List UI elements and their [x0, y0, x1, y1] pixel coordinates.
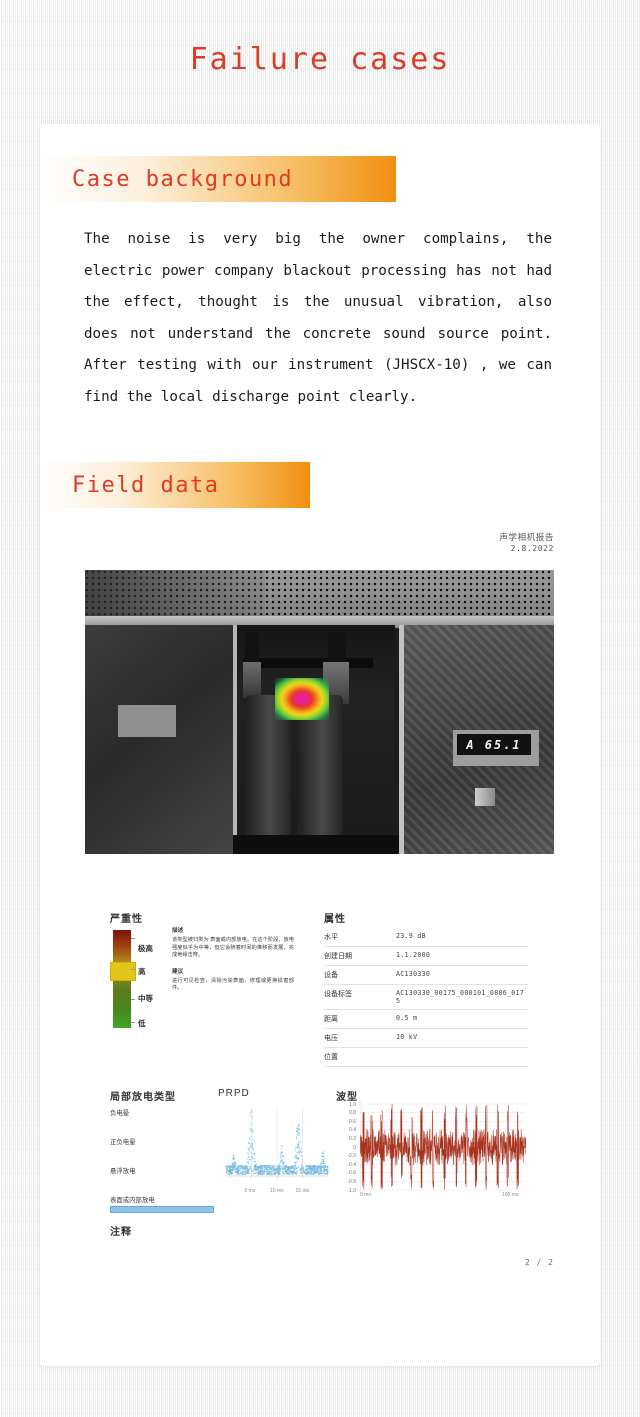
severity-label-very-high: 极高	[138, 944, 153, 953]
waveform-x-tick: 0 ms	[360, 1192, 371, 1198]
attributes-value: AC130330	[396, 965, 528, 985]
breaker-switch	[475, 788, 495, 806]
severity-advice-heading: 建议	[172, 968, 184, 975]
section-header-case-background: Case background	[38, 156, 396, 202]
severity-current-marker	[110, 962, 136, 981]
attributes-value: 0.5 m	[396, 1009, 528, 1029]
report-header-date: 2.8.2022	[510, 544, 554, 553]
pd-type-section-title: 局部放电类型	[110, 1092, 176, 1103]
attributes-row: 水平 23.9 dB	[324, 928, 528, 947]
attributes-key: 位置	[324, 1047, 396, 1067]
mesh-shadow	[85, 570, 265, 622]
waveform-y-tick: 0.2	[349, 1135, 356, 1142]
severity-description-block: 描述 该类型被归类为 表面或内部放电。在这个阶段，放电强度似乎为中等，但它会随着…	[172, 926, 294, 1000]
page-number: 2 / 2	[524, 1258, 554, 1267]
waveform-x-tick: 100 ms	[502, 1192, 519, 1198]
pd-type-list: 负电晕正负电晕悬浮放电表面或内部放电	[110, 1108, 214, 1224]
pd-type-item-bar	[110, 1206, 214, 1213]
busbar	[243, 658, 373, 668]
attributes-value	[396, 1047, 528, 1067]
prpd-x-tick: 15 ms	[295, 1188, 310, 1194]
waveform-chart: 1.0 0.8 0.6 0.4 0.2 0 -0.2 -0.4 -0.6 -0.8 -1.0	[336, 1101, 526, 1194]
case-background-paragraph: The noise is very big the owner complain…	[84, 231, 552, 405]
pd-type-item-label: 正负电晕	[110, 1139, 136, 1146]
severity-description-heading: 描述	[172, 928, 184, 934]
attributes-row: 创建日期 1.1.2000	[324, 946, 528, 966]
door-label-plate	[118, 705, 176, 737]
pd-type-item: 正负电晕	[110, 1137, 214, 1155]
section-header-case-background-label: Case background	[72, 166, 294, 192]
attributes-key: 设备标签	[324, 984, 396, 1010]
attributes-key: 创建日期	[324, 946, 396, 966]
attributes-row: 电压 10 kV	[324, 1028, 528, 1048]
attributes-value: 1.1.2000	[396, 946, 528, 966]
waveform-y-tick: -0.4	[347, 1161, 356, 1168]
attributes-section-title: 属性	[324, 914, 346, 925]
severity-label-high: 高	[138, 967, 146, 976]
waveform-y-tick: 0.4	[349, 1127, 356, 1134]
attributes-key: 水平	[324, 928, 396, 947]
attributes-value: 10 kV	[396, 1028, 528, 1048]
severity-tick-3	[131, 1022, 135, 1023]
cabinet-left-door	[85, 625, 237, 854]
pd-type-item-label: 负电晕	[110, 1110, 130, 1117]
attributes-table: 水平 23.9 dB 创建日期 1.1.2000 设备 AC130330 设备标签 AC130…	[324, 928, 528, 1067]
report-header-title: 声学相机报告	[499, 532, 554, 542]
waveform-y-tick: -0.8	[347, 1178, 356, 1185]
waveform-y-tick: 0	[353, 1144, 356, 1151]
severity-tick-2	[131, 999, 135, 1000]
digital-meter-value: A 65.1	[466, 737, 522, 752]
attributes-row: 设备标签 AC130330_00175_000101_0806_0175	[324, 984, 528, 1010]
insulator-post-left	[243, 662, 261, 698]
attributes-key: 设备	[324, 965, 396, 985]
pd-type-item-bar	[110, 1119, 214, 1126]
pd-type-item: 负电晕	[110, 1108, 214, 1126]
pd-type-item-bar	[110, 1177, 214, 1184]
section-header-field-data: Field data	[38, 462, 310, 508]
attributes-row: 距离 0.5 m	[324, 1009, 528, 1029]
pd-type-item: 悬浮放电	[110, 1166, 214, 1184]
waveform-y-tick: -0.2	[347, 1153, 356, 1160]
severity-advice-text: 进行可见检查，清除污染表面，修理或更换损害部件。	[172, 977, 294, 992]
severity-label-medium: 中等	[138, 994, 153, 1003]
waveform-plot	[360, 1102, 526, 1192]
prpd-x-tick: 10 ms	[270, 1188, 284, 1194]
acoustic-hotspot-icon	[275, 678, 329, 720]
waveform-y-tick: 0.6	[349, 1118, 356, 1125]
attributes-key: 电压	[324, 1028, 396, 1048]
report-header: 声学相机报告 2.8.2022	[499, 532, 554, 554]
severity-section-title: 严重性	[110, 914, 143, 925]
attributes-value: AC130330_00175_000101_0806_0175	[396, 984, 528, 1010]
pd-type-item-bar	[110, 1148, 214, 1155]
pd-type-item-label: 表面或内部放电	[110, 1197, 155, 1204]
cabinet-floor	[233, 835, 403, 854]
prpd-chart-title: PRPD	[218, 1088, 250, 1099]
page-title: Failure cases	[189, 42, 451, 77]
section-header-field-data-label: Field data	[72, 472, 220, 498]
attributes-key: 距离	[324, 1009, 396, 1029]
pd-type-item-label: 悬浮放电	[110, 1168, 136, 1175]
waveform-y-tick: 1.0	[349, 1101, 356, 1108]
waveform-y-tick: 0.8	[349, 1110, 356, 1117]
acoustic-camera-photo: A 65.1	[85, 570, 554, 854]
prpd-x-tick: 5 ms	[244, 1188, 256, 1194]
waveform-y-tick: -0.6	[347, 1170, 356, 1177]
prpd-chart	[225, 1108, 329, 1179]
notes-section-title: 注释	[110, 1227, 132, 1238]
attributes-row: 设备 AC130330	[324, 965, 528, 985]
pd-type-item: 表面或内部放电	[110, 1195, 214, 1213]
severity-tick-0	[131, 938, 135, 939]
severity-description-text: 该类型被归类为 表面或内部放电。在这个阶段，放电强度似乎为中等，但它会随着时间的…	[172, 937, 294, 959]
waveform-y-tick-labels: 1.0 0.8 0.6 0.4 0.2 0 -0.2 -0.4 -0.6 -0.8 -1.0	[336, 1101, 358, 1194]
attributes-row: 位置	[324, 1047, 528, 1067]
waveform-y-tick: -1.0	[347, 1187, 356, 1194]
digital-meter-display: A 65.1	[457, 734, 531, 755]
attributes-value: 23.9 dB	[396, 928, 528, 947]
severity-tick-1	[131, 969, 135, 970]
severity-label-low: 低	[138, 1019, 146, 1028]
